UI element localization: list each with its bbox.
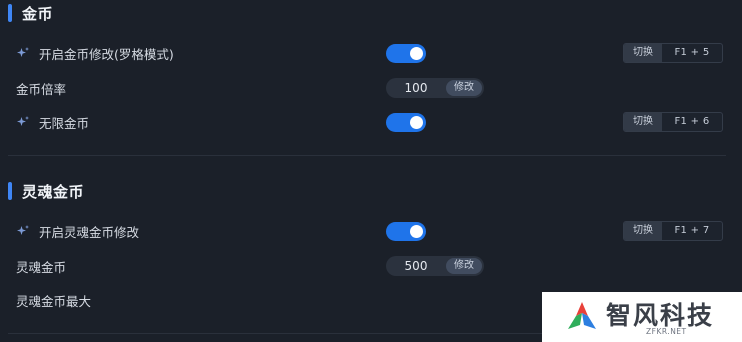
hotkey-action-label: 切换 bbox=[624, 222, 662, 240]
apply-button[interactable]: 修改 bbox=[446, 258, 482, 274]
setting-row-gold-rate: 金币倍率 100 修改 bbox=[0, 73, 742, 103]
hotkey-button[interactable]: 切换 F1 + 7 bbox=[623, 221, 723, 241]
gold-rate-value[interactable]: 100 bbox=[386, 78, 446, 98]
section-header: 灵魂金币 bbox=[8, 181, 84, 201]
hotkey-keys: F1 + 7 bbox=[674, 225, 710, 236]
setting-label: 开启灵魂金币修改 bbox=[39, 224, 140, 240]
toggle-knob bbox=[410, 116, 423, 129]
gold-edit-toggle[interactable] bbox=[386, 44, 426, 63]
setting-row-soul-gold: 灵魂金币 500 修改 bbox=[0, 251, 742, 281]
apply-button[interactable]: 修改 bbox=[446, 80, 482, 96]
setting-label: 灵魂金币最大 bbox=[16, 293, 92, 309]
section-title: 灵魂金币 bbox=[22, 182, 85, 201]
watermark: 智风科技 ZFKR.NET bbox=[542, 292, 742, 342]
hotkey-keys: F1 + 5 bbox=[674, 47, 710, 58]
section-accent-bar bbox=[8, 4, 12, 22]
setting-label: 金币倍率 bbox=[16, 81, 67, 97]
sparkle-icon bbox=[17, 225, 29, 235]
soul-gold-edit-toggle[interactable] bbox=[386, 222, 426, 241]
section-header: 金币 bbox=[8, 3, 53, 23]
hotkey-button[interactable]: 切换 F1 + 5 bbox=[623, 43, 723, 63]
setting-label: 灵魂金币 bbox=[16, 259, 67, 275]
section-title: 金币 bbox=[22, 4, 54, 23]
zf-logo-icon bbox=[568, 302, 596, 329]
hotkey-action-label: 切换 bbox=[624, 44, 662, 62]
hotkey-action-label: 切换 bbox=[624, 113, 662, 131]
soul-gold-stepper: 500 修改 bbox=[386, 256, 484, 276]
watermark-domain: ZFKR.NET bbox=[646, 327, 687, 336]
setting-label: 开启金币修改(罗格模式) bbox=[39, 46, 174, 62]
section-divider bbox=[8, 155, 726, 156]
section-accent-bar bbox=[8, 182, 12, 200]
hotkey-keys: F1 + 6 bbox=[674, 116, 710, 127]
sparkle-icon bbox=[17, 116, 29, 126]
toggle-knob bbox=[410, 225, 423, 238]
toggle-knob bbox=[410, 47, 423, 60]
setting-label: 无限金币 bbox=[39, 115, 90, 131]
setting-row-soul-gold-edit: 开启灵魂金币修改 切换 F1 + 7 bbox=[0, 216, 742, 246]
sparkle-icon bbox=[17, 47, 29, 57]
setting-row-infinite-gold: 无限金币 切换 F1 + 6 bbox=[0, 107, 742, 137]
gold-rate-stepper: 100 修改 bbox=[386, 78, 484, 98]
hotkey-button[interactable]: 切换 F1 + 6 bbox=[623, 112, 723, 132]
soul-gold-value[interactable]: 500 bbox=[386, 256, 446, 276]
infinite-gold-toggle[interactable] bbox=[386, 113, 426, 132]
setting-row-gold-edit: 开启金币修改(罗格模式) 切换 F1 + 5 bbox=[0, 38, 742, 68]
